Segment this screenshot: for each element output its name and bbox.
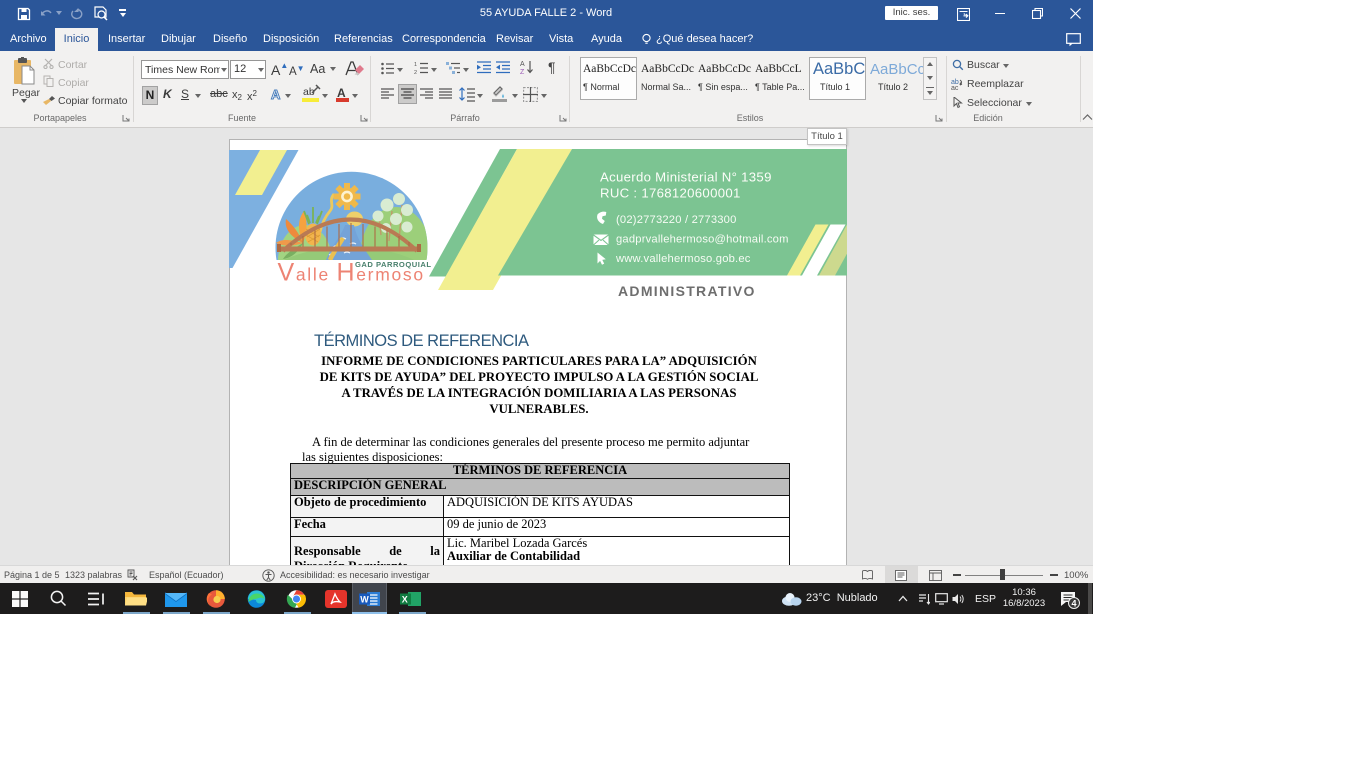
svg-text:4: 4 [1072, 599, 1077, 609]
svg-text:gadprvallehermoso@hotmail.com: gadprvallehermoso@hotmail.com [616, 234, 789, 246]
svg-text:www.vallehermoso.gob.ec: www.vallehermoso.gob.ec [615, 253, 751, 265]
svg-text:A: A [520, 61, 525, 68]
svg-text:RUC : 1768120600001: RUC : 1768120600001 [600, 186, 741, 201]
svg-text:W: W [360, 594, 369, 604]
svg-text:(02)2773220 / 2773300: (02)2773220 / 2773300 [616, 214, 737, 226]
svg-text:X: X [402, 594, 408, 604]
svg-text:1: 1 [414, 62, 417, 68]
svg-text:Z: Z [520, 69, 525, 75]
svg-text:2: 2 [414, 70, 417, 75]
svg-text:Acuerdo Ministerial N° 1359: Acuerdo Ministerial N° 1359 [600, 170, 772, 185]
svg-text:ac: ac [951, 85, 959, 90]
